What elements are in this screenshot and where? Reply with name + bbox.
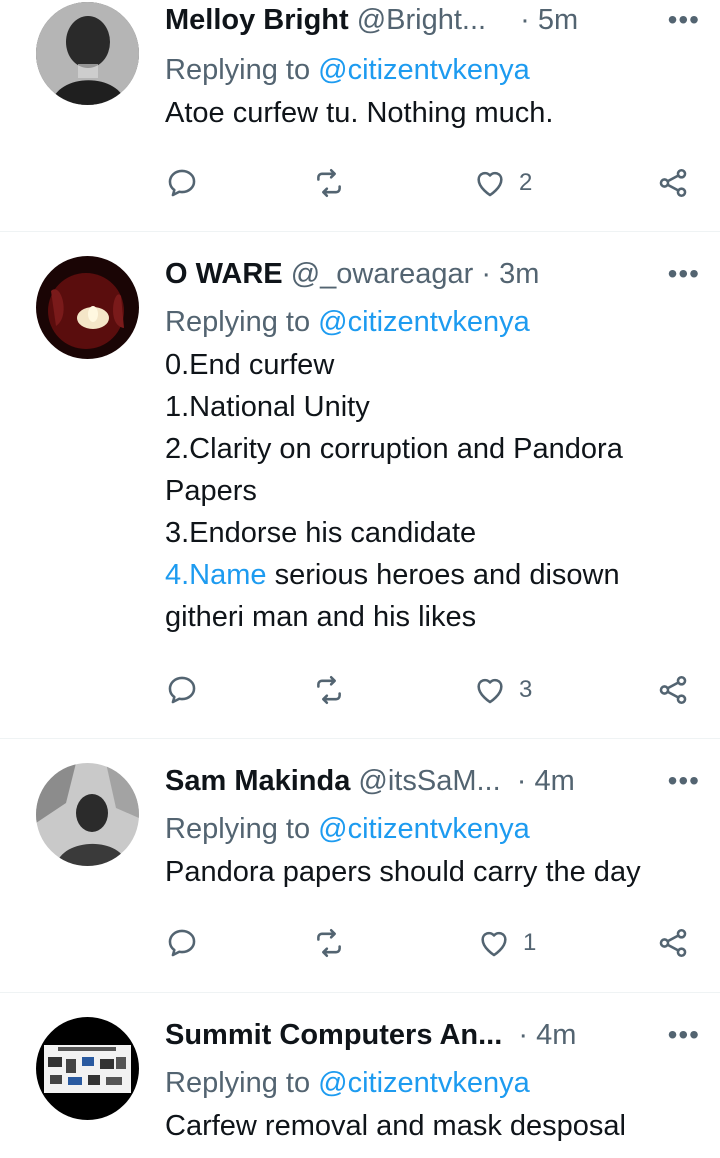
reply-button[interactable]	[165, 668, 199, 712]
reply-icon	[168, 676, 196, 704]
more-options-icon[interactable]: •••	[668, 254, 700, 294]
share-icon	[659, 675, 687, 705]
mention-link[interactable]: @citizentvkenya	[318, 813, 530, 845]
tweet-actions: 3	[165, 668, 690, 712]
retweet-button[interactable]	[312, 668, 346, 712]
like-button[interactable]: 3	[473, 668, 532, 712]
separator-dot: ·	[481, 258, 492, 290]
separator-dot: ·	[516, 765, 527, 797]
retweet-icon	[317, 928, 341, 958]
tweet-text: Pandora papers should carry the day	[165, 851, 700, 893]
retweet-icon	[317, 675, 341, 705]
tweet-header: Summit Computers An... · 4m •••	[165, 1015, 700, 1055]
display-name[interactable]: O WARE	[165, 258, 283, 290]
like-button[interactable]: 2	[473, 161, 532, 205]
retweet-icon	[317, 168, 341, 198]
tweet-text-line: Papers	[165, 475, 257, 507]
replying-to: Replying to @citizentvkenya	[165, 1061, 700, 1105]
share-button[interactable]	[656, 921, 690, 965]
heart-icon	[477, 678, 503, 704]
tweet-text-line: githeri man and his likes	[165, 601, 477, 633]
tweet-text-fragment: serious heroes and disown	[266, 559, 620, 591]
reply-icon	[168, 929, 196, 957]
profile-photo-icon	[36, 763, 139, 866]
more-options-icon[interactable]: •••	[668, 761, 700, 801]
more-options-icon[interactable]: •••	[668, 0, 700, 40]
reply-icon	[168, 169, 196, 197]
retweet-button[interactable]	[312, 921, 346, 965]
tweet[interactable]: Summit Computers An... · 4m ••• Replying…	[0, 993, 720, 1158]
like-count: 3	[519, 676, 533, 703]
replying-to-label: Replying to	[165, 306, 311, 338]
avatar[interactable]	[36, 2, 139, 105]
tweet-actions: 2	[165, 161, 690, 205]
retweet-button[interactable]	[312, 161, 346, 205]
share-icon	[659, 928, 687, 958]
display-name[interactable]: Melloy Bright	[165, 4, 349, 36]
profile-photo-icon	[36, 2, 139, 105]
heart-icon	[481, 931, 507, 957]
replying-to-label: Replying to	[165, 813, 311, 845]
avatar[interactable]	[36, 1017, 139, 1120]
avatar[interactable]	[36, 763, 139, 866]
tweet-header: Sam Makinda @itsSaM... · 4m •••	[165, 761, 700, 801]
more-options-icon[interactable]: •••	[668, 1015, 700, 1055]
replying-to: Replying to @citizentvkenya	[165, 807, 700, 851]
heart-icon	[477, 171, 503, 197]
hashtag-link[interactable]: 4.Name	[165, 559, 267, 591]
mention-link[interactable]: @citizentvkenya	[318, 54, 530, 86]
mention-link[interactable]: @citizentvkenya	[318, 306, 530, 338]
store-logo-icon	[36, 1017, 139, 1120]
like-count: 2	[519, 169, 533, 196]
tweet-text: Atoe curfew tu. Nothing much.	[165, 92, 700, 134]
share-button[interactable]	[656, 161, 690, 205]
tweet-text-line: 3.Endorse his candidate	[165, 517, 477, 549]
user-handle[interactable]: @Bright...	[357, 4, 486, 36]
tweet-text: 0.End curfew 1.National Unity 2.Clarity …	[165, 344, 700, 638]
separator-dot: ·	[518, 1019, 529, 1051]
display-name[interactable]: Sam Makinda	[165, 765, 350, 797]
reply-button[interactable]	[165, 161, 199, 205]
tweet-text-line: Atoe curfew tu. Nothing much.	[165, 97, 554, 129]
timestamp[interactable]: 5m	[538, 4, 578, 36]
tweet-text-line: Carfew removal and mask desposal	[165, 1110, 626, 1142]
tweet-text-line: Pandora papers should carry the day	[165, 856, 641, 888]
candle-photo-icon	[36, 256, 139, 359]
tweet-text-line: 4.Name serious heroes and disown	[165, 554, 700, 596]
tweet[interactable]: Melloy Bright @Bright... · 5m ••• Replyi…	[0, 0, 720, 232]
avatar[interactable]	[36, 256, 139, 359]
tweet-actions: 1	[165, 921, 690, 965]
timestamp[interactable]: 3m	[499, 258, 539, 290]
tweet-text-line: 2.Clarity on corruption and Pandora	[165, 433, 623, 465]
share-button[interactable]	[656, 668, 690, 712]
tweet-header: O WARE @_owareagar · 3m •••	[165, 254, 700, 294]
tweet-text-line: 0.End curfew	[165, 349, 335, 381]
tweet[interactable]: O WARE @_owareagar · 3m ••• Replying to …	[0, 232, 720, 739]
replying-to-label: Replying to	[165, 1067, 311, 1099]
user-handle[interactable]: @_owareagar	[291, 258, 474, 290]
timestamp[interactable]: 4m	[534, 765, 574, 797]
timestamp[interactable]: 4m	[536, 1019, 576, 1051]
tweet-text-line: 1.National Unity	[165, 391, 370, 423]
reply-button[interactable]	[165, 921, 199, 965]
like-button[interactable]: 1	[477, 921, 536, 965]
replying-to: Replying to @citizentvkenya	[165, 300, 700, 344]
like-count: 1	[523, 929, 537, 956]
replying-to: Replying to @citizentvkenya	[165, 48, 700, 92]
tweet-header: Melloy Bright @Bright... · 5m •••	[165, 0, 700, 40]
display-name[interactable]: Summit Computers An...	[165, 1019, 502, 1051]
separator-dot: ·	[520, 4, 530, 36]
mention-link[interactable]: @citizentvkenya	[318, 1067, 530, 1099]
replying-to-label: Replying to	[165, 54, 311, 86]
user-handle[interactable]: @itsSaM...	[358, 765, 500, 797]
share-icon	[659, 168, 687, 198]
tweet[interactable]: Sam Makinda @itsSaM... · 4m ••• Replying…	[0, 739, 720, 993]
tweet-text: Carfew removal and mask desposal	[165, 1105, 700, 1147]
